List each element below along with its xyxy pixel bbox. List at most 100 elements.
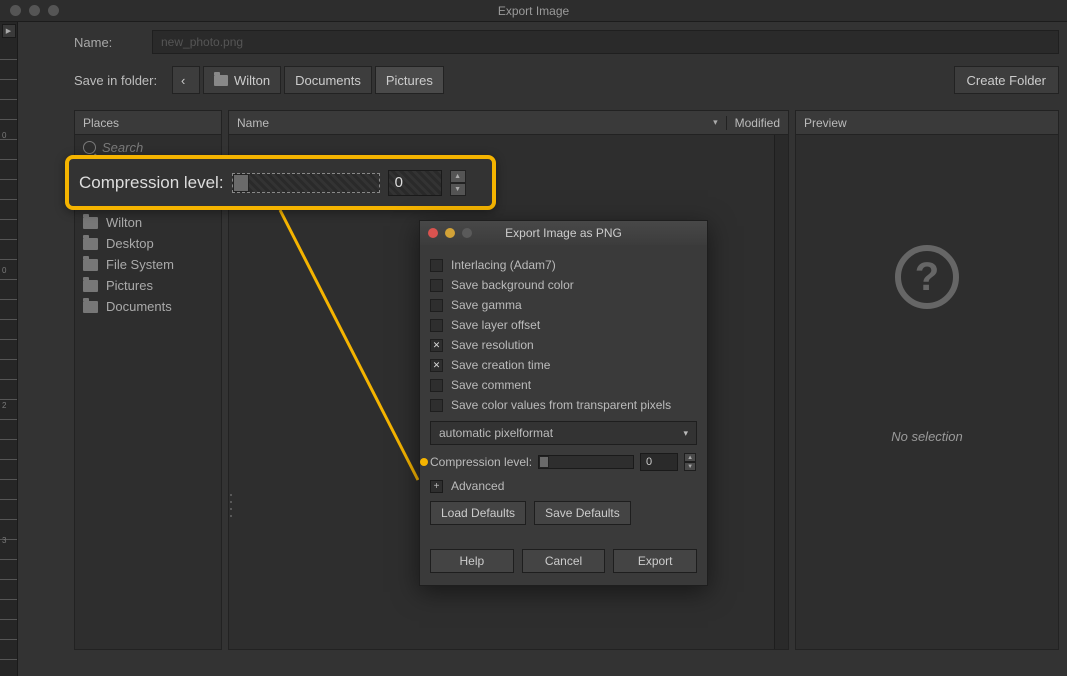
spinner-up-icon[interactable]: ▲ (450, 170, 466, 183)
pixelformat-value: automatic pixelformat (439, 426, 553, 440)
close-icon[interactable] (428, 228, 438, 238)
export-button[interactable]: Export (613, 549, 697, 573)
column-name-label: Name (237, 116, 269, 130)
callout-slider-thumb[interactable] (233, 174, 249, 192)
breadcrumb-label: Documents (295, 73, 361, 88)
check-label: Save color values from transparent pixel… (451, 398, 671, 412)
breadcrumb-back-button[interactable]: ‹ (172, 66, 200, 94)
search-icon (83, 141, 96, 154)
ruler-label: 0 (2, 132, 6, 140)
pixelformat-select[interactable]: automatic pixelformat ▾ (430, 421, 697, 445)
breadcrumb-item-wilton[interactable]: Wilton (203, 66, 281, 94)
zoom-icon[interactable] (462, 228, 472, 238)
check-save-color-values[interactable]: Save color values from transparent pixel… (430, 395, 697, 415)
callout-slider[interactable] (232, 173, 380, 193)
breadcrumb-label: Pictures (386, 73, 433, 88)
chevron-left-icon: ‹ (181, 73, 185, 88)
checkbox-icon[interactable]: ✕ (430, 359, 443, 372)
check-save-creation-time[interactable]: ✕ Save creation time (430, 355, 697, 375)
checkbox-icon[interactable]: ✕ (430, 339, 443, 352)
compression-slider-thumb[interactable] (539, 456, 549, 468)
folder-label: Save in folder: (74, 73, 162, 88)
compression-value[interactable]: 0 (640, 453, 678, 471)
filename-input[interactable]: new_photo.png (152, 30, 1059, 54)
advanced-toggle[interactable]: + Advanced (430, 479, 697, 493)
compression-spinner: ▲ ▼ (684, 453, 696, 471)
minimize-icon[interactable] (29, 5, 40, 16)
column-name[interactable]: Name ▾ (237, 116, 726, 130)
place-label: Documents (106, 299, 172, 314)
breadcrumb: ‹ Wilton Documents Pictures (172, 66, 447, 94)
column-modified[interactable]: Modified (726, 116, 780, 130)
preview-header: Preview (796, 111, 1058, 135)
question-mark-icon: ? (895, 245, 959, 309)
checkbox-icon[interactable] (430, 319, 443, 332)
places-header: Places (75, 111, 221, 135)
checkbox-icon[interactable] (430, 299, 443, 312)
cancel-button[interactable]: Cancel (522, 549, 606, 573)
compression-row: Compression level: 0 ▲ ▼ (430, 453, 697, 471)
window-titlebar: Export Image (0, 0, 1067, 22)
png-traffic-lights (420, 228, 472, 238)
place-item-pictures[interactable]: Pictures (75, 275, 221, 296)
chevron-down-icon: ▾ (683, 428, 688, 439)
check-save-bg[interactable]: Save background color (430, 275, 697, 295)
check-label: Save resolution (451, 338, 534, 352)
check-label: Save comment (451, 378, 531, 392)
callout-label: Compression level: (79, 173, 224, 193)
breadcrumb-label: Wilton (234, 73, 270, 88)
check-save-layer-offset[interactable]: Save layer offset (430, 315, 697, 335)
check-save-gamma[interactable]: Save gamma (430, 295, 697, 315)
spinner-up-icon[interactable]: ▲ (684, 453, 696, 462)
folder-icon (83, 259, 98, 271)
spinner-down-icon[interactable]: ▼ (450, 183, 466, 196)
compression-slider[interactable] (538, 455, 634, 469)
png-export-dialog: Export Image as PNG Interlacing (Adam7) … (419, 220, 708, 586)
check-interlacing[interactable]: Interlacing (Adam7) (430, 255, 697, 275)
check-save-resolution[interactable]: ✕ Save resolution (430, 335, 697, 355)
load-defaults-button[interactable]: Load Defaults (430, 501, 526, 525)
folder-icon (83, 301, 98, 313)
name-row: Name: new_photo.png (74, 30, 1059, 54)
scrollbar[interactable] (774, 135, 788, 649)
check-label: Save creation time (451, 358, 550, 372)
plus-icon: + (430, 480, 443, 493)
checkbox-icon[interactable] (430, 379, 443, 392)
window-title: Export Image (0, 4, 1067, 18)
action-buttons: Help Cancel Export (430, 549, 697, 573)
breadcrumb-item-pictures[interactable]: Pictures (375, 66, 444, 94)
chevron-down-icon: ▾ (713, 117, 726, 128)
compression-label: Compression level: (430, 455, 532, 469)
minimize-icon[interactable] (445, 228, 455, 238)
spinner-down-icon[interactable]: ▼ (684, 462, 696, 471)
checkbox-icon[interactable] (430, 399, 443, 412)
check-label: Interlacing (Adam7) (451, 258, 556, 272)
check-label: Save background color (451, 278, 574, 292)
place-label: Pictures (106, 278, 153, 293)
ruler-label: 3 (2, 537, 6, 545)
checkbox-icon[interactable] (430, 259, 443, 272)
defaults-buttons: Load Defaults Save Defaults (430, 501, 697, 525)
checkbox-icon[interactable] (430, 279, 443, 292)
browser-header: Name ▾ Modified (229, 111, 788, 135)
place-label: File System (106, 257, 174, 272)
ruler-label: 2 (2, 402, 6, 410)
close-icon[interactable] (10, 5, 21, 16)
png-dialog-body: Interlacing (Adam7) Save background colo… (420, 245, 707, 585)
column-modified-label: Modified (735, 116, 780, 130)
ruler-toggle-icon[interactable]: ▶ (2, 24, 16, 38)
breadcrumb-item-documents[interactable]: Documents (284, 66, 372, 94)
save-defaults-button[interactable]: Save Defaults (534, 501, 631, 525)
create-folder-button[interactable]: Create Folder (954, 66, 1059, 94)
folder-icon (83, 280, 98, 292)
resize-handle-icon[interactable] (229, 491, 235, 519)
zoom-icon[interactable] (48, 5, 59, 16)
place-item-documents[interactable]: Documents (75, 296, 221, 317)
help-button[interactable]: Help (430, 549, 514, 573)
check-save-comment[interactable]: Save comment (430, 375, 697, 395)
place-item-desktop[interactable]: Desktop (75, 233, 221, 254)
callout-value[interactable]: 0 (388, 170, 442, 196)
place-item-wilton[interactable]: Wilton (75, 212, 221, 233)
place-item-file-system[interactable]: File System (75, 254, 221, 275)
folder-icon (83, 238, 98, 250)
